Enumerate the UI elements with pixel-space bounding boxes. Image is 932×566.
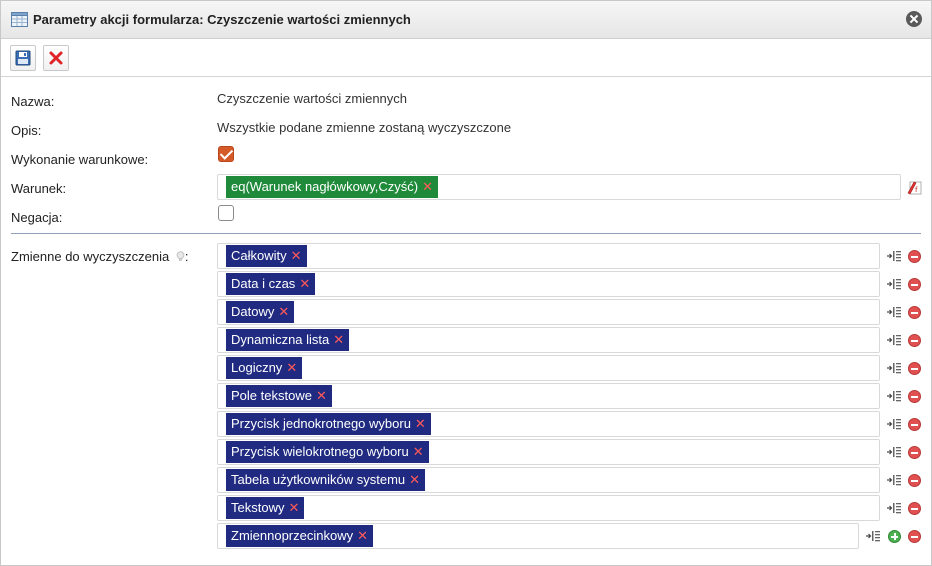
variable-tag-text: Dynamiczna lista xyxy=(231,332,330,347)
variable-field[interactable]: Datowy ✕ xyxy=(217,299,880,325)
variable-tag: Tekstowy ✕ xyxy=(226,497,305,519)
negation-checkbox[interactable] xyxy=(218,205,234,221)
close-icon[interactable] xyxy=(906,11,922,27)
select-from-list-icon[interactable] xyxy=(886,360,902,376)
variable-tag-text: Logiczny xyxy=(231,360,283,375)
remove-tag-icon[interactable]: ✕ xyxy=(333,329,344,351)
title-bar: Parametry akcji formularza: Czyszczenie … xyxy=(1,1,931,39)
description-label: Opis: xyxy=(11,123,42,138)
remove-variable-icon[interactable] xyxy=(908,306,921,319)
variable-field[interactable]: Logiczny ✕ xyxy=(217,355,880,381)
variable-field[interactable]: Przycisk jednokrotnego wyboru ✕ xyxy=(217,411,880,437)
floppy-disk-icon xyxy=(15,50,31,66)
name-value: Czyszczenie wartości zmiennych xyxy=(217,91,408,106)
select-from-list-icon[interactable] xyxy=(886,444,902,460)
remove-tag-icon[interactable]: ✕ xyxy=(278,301,289,323)
variable-tag: Przycisk jednokrotnego wyboru ✕ xyxy=(226,413,431,435)
select-from-list-icon[interactable] xyxy=(886,388,902,404)
dialog: Parametry akcji formularza: Czyszczenie … xyxy=(0,0,932,566)
variable-tag-text: Przycisk wielokrotnego wyboru xyxy=(231,444,409,459)
select-from-list-icon[interactable] xyxy=(886,416,902,432)
remove-tag-icon[interactable]: ✕ xyxy=(357,525,368,547)
remove-tag-icon[interactable]: ✕ xyxy=(409,469,420,491)
remove-variable-icon[interactable] xyxy=(908,334,921,347)
remove-tag-icon[interactable]: ✕ xyxy=(413,441,424,463)
remove-variable-icon[interactable] xyxy=(908,362,921,375)
remove-variable-icon[interactable] xyxy=(908,418,921,431)
variable-field[interactable]: Całkowity ✕ xyxy=(217,243,880,269)
variable-tag: Dynamiczna lista ✕ xyxy=(226,329,350,351)
variable-field[interactable]: Tabela użytkowników systemu ✕ xyxy=(217,467,880,493)
variable-field[interactable]: Tekstowy ✕ xyxy=(217,495,880,521)
variable-tag: Logiczny ✕ xyxy=(226,357,303,379)
condition-label: Warunek: xyxy=(11,181,67,196)
condition-field[interactable]: eq(Warunek nagłówkowy,Czyść) ✕ xyxy=(217,174,901,200)
variable-field[interactable]: Zmiennoprzecinkowy ✕ xyxy=(217,523,859,549)
variable-field[interactable]: Przycisk wielokrotnego wyboru ✕ xyxy=(217,439,880,465)
dialog-title: Parametry akcji formularza: Czyszczenie … xyxy=(33,12,411,27)
remove-variable-icon[interactable] xyxy=(908,502,921,515)
remove-tag-icon[interactable]: ✕ xyxy=(422,176,433,198)
remove-tag-icon[interactable]: ✕ xyxy=(316,385,327,407)
red-x-icon xyxy=(49,51,63,65)
variables-label-row: Zmienne do wyczyszczenia : xyxy=(11,249,188,264)
remove-tag-icon[interactable]: ✕ xyxy=(291,245,302,267)
save-button[interactable] xyxy=(10,45,36,71)
variable-tag: Pole tekstowe ✕ xyxy=(226,385,332,407)
lightbulb-icon xyxy=(176,251,185,261)
variables-label-suffix: : xyxy=(184,249,189,264)
variable-tag: Tabela użytkowników systemu ✕ xyxy=(226,469,426,491)
select-from-list-icon[interactable] xyxy=(886,304,902,320)
section-divider xyxy=(11,233,921,234)
remove-variable-icon[interactable] xyxy=(908,446,921,459)
variable-tag: Przycisk wielokrotnego wyboru ✕ xyxy=(226,441,429,463)
variable-tag-text: Tabela użytkowników systemu xyxy=(231,472,406,487)
variable-tag-text: Przycisk jednokrotnego wyboru xyxy=(231,416,411,431)
name-label: Nazwa: xyxy=(11,94,55,109)
select-from-list-icon[interactable] xyxy=(865,528,881,544)
remove-variable-icon[interactable] xyxy=(908,250,921,263)
remove-tag-icon[interactable]: ✕ xyxy=(415,413,426,435)
remove-variable-icon[interactable] xyxy=(908,530,921,543)
variable-tag-text: Zmiennoprzecinkowy xyxy=(231,528,354,543)
select-from-list-icon[interactable] xyxy=(886,248,902,264)
select-from-list-icon[interactable] xyxy=(886,276,902,292)
variable-tag: Zmiennoprzecinkowy ✕ xyxy=(226,525,374,547)
edit-condition-icon[interactable]: f xyxy=(906,179,922,195)
select-from-list-icon[interactable] xyxy=(886,332,902,348)
variable-field[interactable]: Data i czas ✕ xyxy=(217,271,880,297)
negation-label: Negacja: xyxy=(11,210,63,225)
variable-field[interactable]: Pole tekstowe ✕ xyxy=(217,383,880,409)
variable-tag: Datowy ✕ xyxy=(226,301,295,323)
remove-variable-icon[interactable] xyxy=(908,278,921,291)
conditional-execution-checkbox[interactable] xyxy=(218,146,234,162)
variable-tag-text: Całkowity xyxy=(231,248,287,263)
select-from-list-icon[interactable] xyxy=(886,500,902,516)
variable-tag-text: Pole tekstowe xyxy=(231,388,312,403)
variable-tag-text: Data i czas xyxy=(231,276,296,291)
condition-tag: eq(Warunek nagłówkowy,Czyść) ✕ xyxy=(226,176,439,198)
conditional-execution-label: Wykonanie warunkowe: xyxy=(11,152,149,167)
condition-tag-text: eq(Warunek nagłówkowy,Czyść) xyxy=(231,179,419,194)
remove-variable-icon[interactable] xyxy=(908,474,921,487)
variable-field[interactable]: Dynamiczna lista ✕ xyxy=(217,327,880,353)
add-variable-icon[interactable] xyxy=(888,530,901,543)
variables-label: Zmienne do wyczyszczenia xyxy=(11,249,170,264)
select-from-list-icon[interactable] xyxy=(886,472,902,488)
remove-variable-icon[interactable] xyxy=(908,390,921,403)
variable-tag: Całkowity ✕ xyxy=(226,245,307,267)
variable-tag-text: Datowy xyxy=(231,304,275,319)
table-icon xyxy=(11,12,28,27)
variable-tag: Data i czas ✕ xyxy=(226,273,316,295)
remove-tag-icon[interactable]: ✕ xyxy=(286,357,297,379)
variable-tag-text: Tekstowy xyxy=(231,500,285,515)
toolbar xyxy=(1,40,931,77)
remove-tag-icon[interactable]: ✕ xyxy=(288,497,299,519)
cancel-button[interactable] xyxy=(43,45,69,71)
description-value: Wszystkie podane zmienne zostaną wyczysz… xyxy=(217,120,512,135)
remove-tag-icon[interactable]: ✕ xyxy=(299,273,310,295)
